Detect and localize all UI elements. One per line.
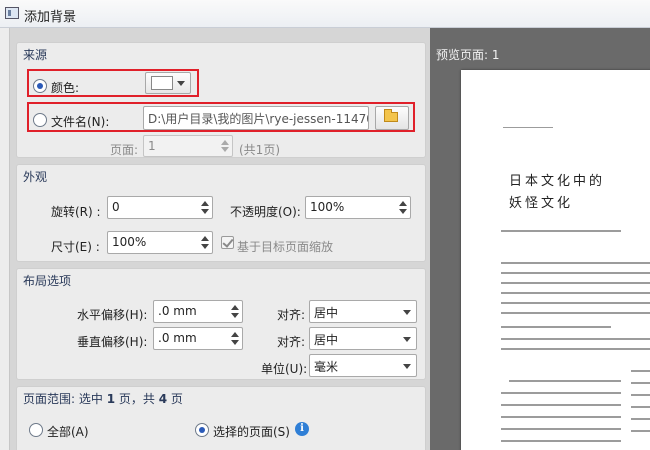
spinner-icon[interactable] [398,199,408,216]
spinner-icon[interactable] [200,234,210,251]
body-line [501,338,650,340]
window-title: 添加背景 [24,10,77,25]
appearance-heading: 外观 [23,170,48,184]
doc-title-line1: 日本文化中的 [509,174,606,189]
spinner-icon[interactable] [200,199,210,216]
unit-value: 毫米 [314,360,339,374]
all-pages-radio[interactable] [29,423,43,437]
opacity-label: 不透明度(O): [230,205,301,219]
opacity-spinbox[interactable]: 100% [305,196,411,219]
size-spinbox[interactable]: 100% [107,231,213,254]
page-range-suffix: 页 [170,392,183,406]
info-icon[interactable]: i [295,422,309,436]
opacity-value: 100% [310,200,345,214]
body-line [501,428,621,430]
body-line [501,416,621,418]
v-offset-value: .0 mm [158,331,197,345]
abstract-line [501,292,650,294]
body-line [631,370,650,372]
size-value: 100% [112,235,147,249]
spinner-icon[interactable] [230,303,240,320]
file-row-highlight [27,102,415,132]
selected-pages-radio[interactable] [195,423,209,437]
body-line [501,404,621,406]
h-offset-value: .0 mm [158,304,197,318]
rotation-value: 0 [112,200,120,214]
body-line [501,348,650,350]
v-align-label: 对齐: [277,335,306,349]
source-group: 来源 颜色: 文件名(N): D:\用户目录\我的图片\rye-jessen-1… [16,42,426,158]
settings-pane: 来源 颜色: 文件名(N): D:\用户目录\我的图片\rye-jessen-1… [0,28,430,450]
body-line [631,394,650,396]
h-offset-label: 水平偏移(H): [77,308,148,322]
v-offset-label: 垂直偏移(H): [77,335,148,349]
body-line [501,392,621,394]
doc-title-line2: 妖怪文化 [509,196,574,211]
h-align-select[interactable]: 居中 [309,300,417,323]
unit-label: 单位(U): [261,362,308,376]
total-count: 4 [158,392,168,406]
h-align-value: 居中 [314,306,339,320]
page-value: 1 [148,139,156,153]
app-icon [5,7,19,19]
window-titlebar: 添加背景 [0,0,650,28]
author-line [501,230,621,232]
spinner-icon [220,138,230,154]
chevron-down-icon [403,363,411,369]
preview-page: 日本文化中的 妖怪文化 [461,70,650,450]
appearance-group: 外观 旋转(R) : 0 不透明度(O): 100% 尺寸(E) : 100% … [16,164,426,262]
scale-relative-checkbox[interactable] [221,236,234,249]
size-label: 尺寸(E) : [51,240,100,254]
source-heading: 来源 [23,48,48,62]
rotation-spinbox[interactable]: 0 [107,196,213,219]
scale-relative-label: 基于目标页面缩放 [237,240,334,254]
selected-pages-label: 选择的页面(S) [213,425,290,439]
body-line [631,382,650,384]
h-offset-spinbox[interactable]: .0 mm [153,300,243,323]
layout-group: 布局选项 水平偏移(H): .0 mm 对齐: 居中 垂直偏移(H): .0 m… [16,268,426,380]
pane-strip [0,28,10,450]
color-row-highlight [27,69,199,97]
page-range-mid: 页，共 [118,392,155,406]
body-line [631,418,650,420]
preview-label: 预览页面: 1 [436,48,500,62]
abstract-line [501,262,650,264]
page-total: (共1页) [239,143,280,157]
v-align-select[interactable]: 居中 [309,327,417,350]
page-label: 页面: [110,143,139,157]
unit-select[interactable]: 毫米 [309,354,417,377]
v-offset-spinbox[interactable]: .0 mm [153,327,243,350]
h-align-label: 对齐: [277,308,306,322]
body-line [631,430,650,432]
layout-heading: 布局选项 [23,274,72,288]
body-line [509,380,621,382]
keywords-line [501,326,611,328]
abstract-line [501,272,650,274]
preview-pane: 预览页面: 1 日本文化中的 妖怪文化 [430,28,650,450]
page-range-heading: 页面范围: 选中 1 页，共 4 页 [23,390,183,407]
page-spinbox: 1 [143,135,233,157]
page-range-prefix: 页面范围: 选中 [23,392,103,406]
body-line [501,440,621,442]
spinner-icon[interactable] [230,330,240,347]
selected-count: 1 [106,392,116,406]
rotation-label: 旋转(R) : [51,205,101,219]
abstract-line [501,312,650,314]
body-line [631,406,650,408]
abstract-line [501,302,650,304]
page-range-group: 页面范围: 选中 1 页，共 4 页 全部(A) 选择的页面(S) i [16,386,426,450]
all-pages-label: 全部(A) [47,425,89,439]
abstract-line [501,282,650,284]
chevron-down-icon [403,309,411,315]
v-align-value: 居中 [314,333,339,347]
chevron-down-icon [403,336,411,342]
header-rule [503,127,553,128]
